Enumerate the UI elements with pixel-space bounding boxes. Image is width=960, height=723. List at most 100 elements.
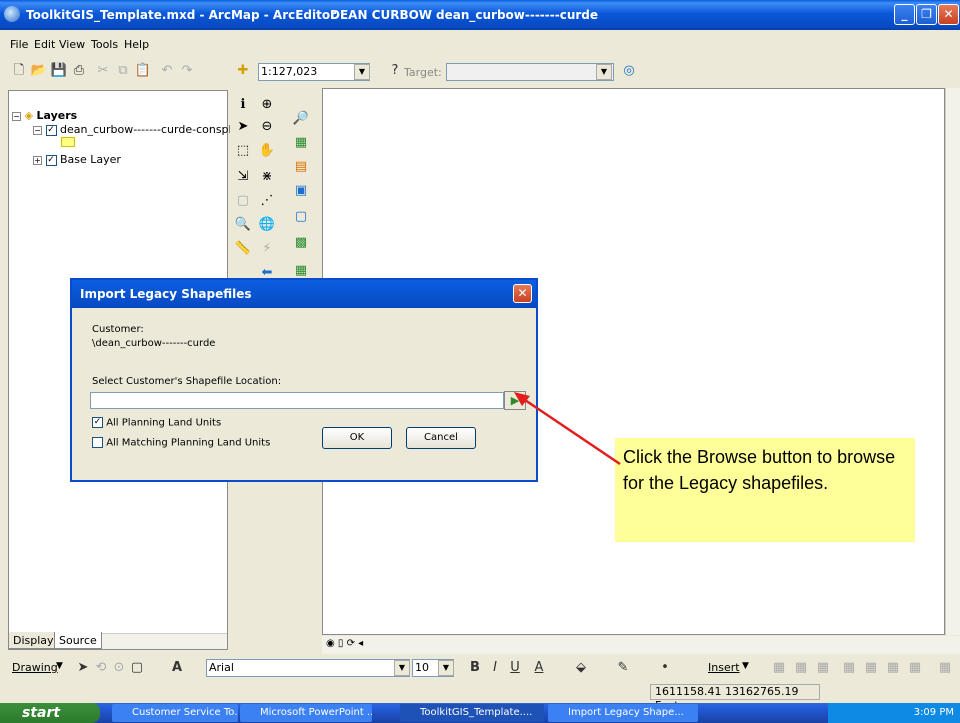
expand-icon[interactable]: + (33, 155, 42, 165)
drawing-toolbar: Drawing ▼ ➤ ⟲ ⊙ ▢ A Arial ▼ 10 ▼ B I U A… (0, 655, 960, 679)
all-matching-checkbox[interactable] (92, 437, 103, 448)
drawing-menu[interactable]: Drawing (12, 661, 58, 674)
task-toolkitgis[interactable]: ToolkitGIS_Template.... (400, 704, 544, 722)
layout-tool-icon[interactable]: ▦ (840, 659, 858, 677)
close-button[interactable]: ✕ (938, 4, 959, 25)
text-icon[interactable]: A (168, 659, 186, 677)
fixed-zoom-out-icon[interactable]: ⋰ (258, 192, 276, 210)
layer-symbol-swatch[interactable] (61, 137, 75, 147)
frame-icon[interactable]: ▢ (292, 208, 310, 226)
zoom-icon[interactable]: 🔎 (292, 110, 310, 128)
cut-icon[interactable]: ✂ (94, 62, 112, 80)
layer-checkbox[interactable]: ✓ (45, 124, 57, 136)
toc-layer-row[interactable]: − ✓ dean_curbow-------curde-consplar (33, 123, 243, 136)
menu-edit[interactable]: Edit (34, 38, 55, 51)
print-icon[interactable]: ⎙ (70, 62, 88, 80)
view-toggle-icon[interactable]: ◉ ▯ ⟳ ◂ (326, 638, 363, 649)
select-icon[interactable]: ➤ (234, 118, 252, 136)
line-color-icon[interactable]: ✎ (614, 659, 632, 677)
tab-source[interactable]: Source (54, 632, 102, 649)
full-extent-icon[interactable]: 🌐 (258, 216, 276, 234)
toc-layer-row[interactable]: + ✓ Base Layer (33, 153, 121, 166)
paste-icon[interactable]: 📋 (134, 62, 152, 80)
layout-tool-icon[interactable]: ▦ (936, 659, 954, 677)
menu-help[interactable]: Help (124, 38, 149, 51)
opt-all-planning-row[interactable]: ✓ All Planning Land Units (92, 417, 221, 429)
minimize-button[interactable]: _ (894, 4, 915, 25)
menu-file[interactable]: File (10, 38, 28, 51)
insert-menu[interactable]: Insert (708, 661, 740, 674)
window-customer: dean_curbow-------curde (436, 8, 599, 22)
window-user: DEAN CURBOW (330, 8, 433, 22)
menu-view[interactable]: View (59, 38, 85, 51)
ok-button[interactable]: OK (322, 427, 392, 449)
add-data-icon[interactable]: ✚ (234, 62, 252, 80)
start-button[interactable]: start (0, 703, 100, 723)
import-legacy-shapefiles-dialog: Import Legacy Shapefiles ✕ Customer: \de… (70, 278, 538, 482)
layout-tool-icon[interactable]: ▦ (884, 659, 902, 677)
chevron-down-icon[interactable]: ▼ (56, 661, 63, 671)
save-icon[interactable]: 💾 (50, 62, 68, 80)
zoom-whole-page-icon[interactable]: ⊙ (110, 659, 128, 677)
menu-tools[interactable]: Tools (91, 38, 118, 51)
find-icon[interactable]: 🔍 (234, 216, 252, 234)
target-combo[interactable] (446, 63, 614, 81)
new-icon[interactable]: 🗋 (10, 62, 28, 80)
whats-this-icon[interactable]: ? (386, 62, 404, 80)
layout-tool-icon[interactable]: ▦ (814, 659, 832, 677)
overlay-icon[interactable]: ▤ (292, 158, 310, 176)
hyperlink-icon[interactable]: ⚡ (258, 240, 276, 258)
fill-color-icon[interactable]: ⬙ (572, 659, 590, 677)
clear-selection-icon[interactable]: ▢ (234, 192, 252, 210)
select-features-icon[interactable]: ⬚ (234, 142, 252, 160)
green-map-icon[interactable]: ▩ (292, 234, 310, 252)
underline-icon[interactable]: U (506, 659, 524, 677)
all-planning-checkbox[interactable]: ✓ (92, 417, 103, 428)
dialog-close-button[interactable]: ✕ (513, 284, 532, 303)
layer-checkbox[interactable]: ✓ (45, 154, 57, 166)
collapse-icon[interactable]: − (12, 111, 21, 121)
bold-icon[interactable]: B (466, 659, 484, 677)
toc-layers-row[interactable]: − ◈ Layers (12, 109, 77, 122)
chevron-down-icon[interactable]: ▼ (354, 64, 370, 80)
shapefile-location-input[interactable] (90, 392, 504, 409)
zoom-in-icon[interactable]: ⊕ (258, 96, 276, 114)
layout-tool-icon[interactable]: ▦ (792, 659, 810, 677)
select-elements-icon[interactable]: ⇲ (234, 168, 252, 186)
chevron-down-icon[interactable]: ▼ (596, 64, 612, 80)
fixed-zoom-in-icon[interactable]: ⋇ (258, 168, 276, 186)
editor-icon[interactable]: ◎ (620, 62, 638, 80)
task-powerpoint[interactable]: Microsoft PowerPoint ... (240, 704, 372, 722)
restore-button[interactable]: ❐ (916, 4, 937, 25)
task-import-legacy[interactable]: Import Legacy Shape... (548, 704, 698, 722)
rectangle-icon[interactable]: ▢ (128, 659, 146, 677)
tab-display[interactable]: Display (8, 632, 59, 649)
redo-icon[interactable]: ↷ (178, 62, 196, 80)
undo-icon[interactable]: ↶ (158, 62, 176, 80)
map-icon[interactable]: ▦ (292, 134, 310, 152)
rotate-icon[interactable]: ⟲ (92, 659, 110, 677)
identify-icon[interactable]: ℹ (234, 96, 252, 114)
measure-icon[interactable]: 📏 (234, 240, 252, 258)
italic-icon[interactable]: I (486, 659, 504, 677)
pan-icon[interactable]: ✋ (258, 142, 276, 160)
collapse-icon[interactable]: − (33, 125, 42, 135)
task-customer-service[interactable]: Customer Service To... (112, 704, 238, 722)
cancel-button[interactable]: Cancel (406, 427, 476, 449)
select-arrow-icon[interactable]: ➤ (74, 659, 92, 677)
font-color-icon[interactable]: A (530, 659, 548, 677)
font-combo[interactable]: Arial (206, 659, 410, 677)
marker-color-icon[interactable]: • (656, 659, 674, 677)
zoom-out-icon[interactable]: ⊖ (258, 118, 276, 136)
layout-tool-icon[interactable]: ▦ (906, 659, 924, 677)
opt-all-matching-row[interactable]: All Matching Planning Land Units (92, 437, 270, 449)
open-icon[interactable]: 📂 (30, 62, 48, 80)
layout-icon[interactable]: ▣ (292, 182, 310, 200)
vertical-scrollbar[interactable] (945, 88, 960, 635)
copy-icon[interactable]: ⧉ (114, 62, 132, 80)
layout-tool-icon[interactable]: ▦ (770, 659, 788, 677)
chevron-down-icon[interactable]: ▼ (742, 661, 749, 671)
chevron-down-icon[interactable]: ▼ (438, 660, 454, 676)
chevron-down-icon[interactable]: ▼ (394, 660, 410, 676)
layout-tool-icon[interactable]: ▦ (862, 659, 880, 677)
